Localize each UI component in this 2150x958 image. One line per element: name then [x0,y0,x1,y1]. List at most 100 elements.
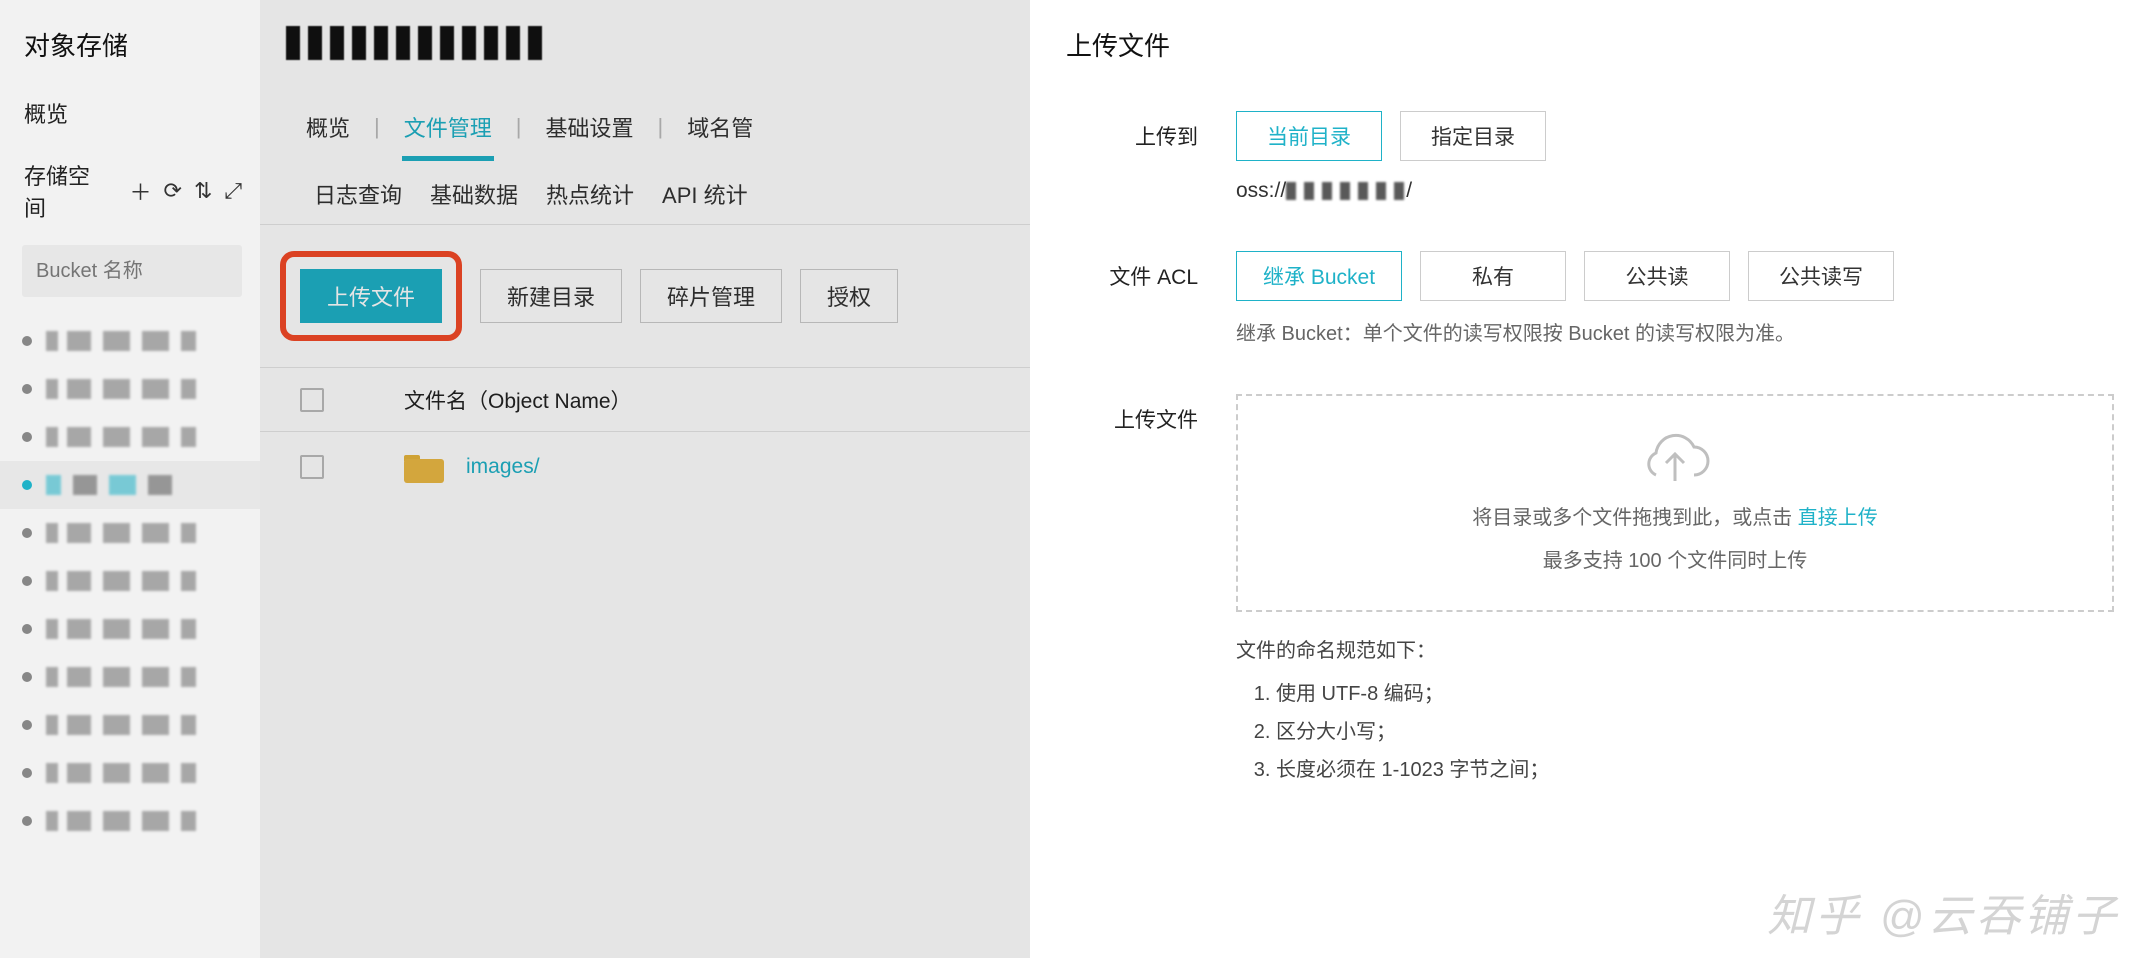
direct-upload-link[interactable]: 直接上传 [1798,507,1878,529]
cloud-upload-icon [1638,433,1712,487]
path-obscured [1286,182,1406,200]
upload-area-label: 上传文件 [1066,394,1236,789]
bucket-title-bar [260,0,1030,86]
bucket-item[interactable] [0,413,260,461]
bucket-item[interactable] [0,461,260,509]
column-header-filename: 文件名（Object Name） [404,385,632,415]
bucket-name-obscured [46,379,196,399]
bucket-item[interactable] [0,317,260,365]
bucket-item[interactable] [0,557,260,605]
add-bucket-icon[interactable]: ＋ [130,175,152,207]
bucket-status-dot [22,672,32,682]
acl-option[interactable]: 公共读 [1584,251,1730,301]
naming-rule-item: 区分大小写； [1276,713,2114,751]
bucket-status-dot [22,576,32,586]
upload-to-options: 当前目录指定目录 [1236,111,2114,161]
sort-icon[interactable]: ⇅ [194,178,212,204]
file-table-header: 文件名（Object Name） [260,368,1030,432]
file-name-link[interactable]: images/ [466,455,540,479]
bucket-status-dot [22,624,32,634]
file-acl-row: 文件 ACL 继承 Bucket 私有公共读公共读写 继承 Bucket：单个文件… [1066,251,2114,346]
secondary-tabs: 日志查询基础数据热点统计 API 统计 [260,164,1030,225]
dropzone-line2: 最多支持 100 个文件同时上传 [1543,544,1807,573]
upload-panel: 上传文件 上传到 当前目录指定目录 oss:/// 文件 ACL 继承 Buck… [1030,0,2150,958]
bucket-item[interactable] [0,701,260,749]
main-panel: 概览 | 文件管理 | 基础设置 | 域名管 日志查询基础数据热点统计 API 统计 上传文件… [260,0,1030,958]
folder-icon [404,451,444,483]
bucket-status-dot [22,432,32,442]
acl-hint: 继承 Bucket：单个文件的读写权限按 Bucket 的读写权限为准。 [1236,317,2114,346]
select-all-checkbox[interactable] [300,388,324,412]
primary-tab[interactable]: 文件管理 [402,101,494,153]
naming-rules-list: 使用 UTF-8 编码；区分大小写；长度必须在 1-1023 字节之间； [1236,675,2114,789]
file-row: images/ [260,432,1030,502]
bucket-item[interactable] [0,365,260,413]
acl-options: 继承 Bucket 私有公共读公共读写 [1236,251,2114,301]
primary-tabs: 概览 | 文件管理 | 基础设置 | 域名管 [260,86,1030,164]
upload-area-row: 上传文件 将目录或多个文件拖拽到此，或点击 直接上传 最多支持 100 个文件同… [1066,394,2114,789]
acl-option[interactable]: 公共读写 [1748,251,1894,301]
upload-dropzone[interactable]: 将目录或多个文件拖拽到此，或点击 直接上传 最多支持 100 个文件同时上传 [1236,394,2114,612]
bucket-status-dot [22,336,32,346]
service-title: 对象存储 [0,22,260,89]
bucket-status-dot [22,528,32,538]
storage-space-label: 存储空间 [24,159,106,223]
bucket-item[interactable] [0,509,260,557]
bucket-name-obscured [46,475,196,495]
file-acl-label: 文件 ACL [1066,251,1236,346]
upload-to-row: 上传到 当前目录指定目录 oss:/// [1066,111,2114,203]
bucket-list [0,311,260,851]
fragment-mgmt-button[interactable]: 碎片管理 [640,269,782,323]
bucket-name-obscured [46,763,196,783]
bucket-status-dot [22,384,32,394]
panel-title: 上传文件 [1066,0,2114,111]
tab-separator: | [516,114,522,140]
tab-separator: | [657,114,663,140]
storage-space-header: 存储空间 ＋ ⟳ ⇅ ⤢ [0,153,260,237]
naming-rule-item: 长度必须在 1-1023 字节之间； [1276,751,2114,789]
primary-tab[interactable]: 基础设置 [543,101,635,153]
bucket-search[interactable] [22,245,242,297]
upload-path: oss:// / [1236,179,2114,203]
secondary-tab[interactable]: 日志查询 [314,178,402,210]
authorize-button[interactable]: 授权 [800,269,898,323]
file-table-body: images/ [260,432,1030,502]
upload-to-option[interactable]: 指定目录 [1400,111,1546,161]
bucket-name-obscured [46,571,196,591]
expand-icon[interactable]: ⤢ [224,178,242,204]
bucket-status-dot [22,816,32,826]
acl-option[interactable]: 私有 [1420,251,1566,301]
bucket-item[interactable] [0,605,260,653]
bucket-status-dot [22,480,32,490]
sidebar: 对象存储 概览 存储空间 ＋ ⟳ ⇅ ⤢ [0,0,260,958]
new-folder-button[interactable]: 新建目录 [480,269,622,323]
primary-tab[interactable]: 域名管 [685,101,755,153]
path-prefix: oss:// [1236,179,1286,202]
upload-button-highlight: 上传文件 [280,251,462,341]
bucket-item[interactable] [0,749,260,797]
naming-rule-item: 使用 UTF-8 编码； [1276,675,2114,713]
bucket-status-dot [22,768,32,778]
acl-option[interactable]: 继承 Bucket [1236,251,1402,301]
primary-tab[interactable]: 概览 [304,101,352,153]
upload-file-button[interactable]: 上传文件 [300,269,442,323]
bucket-name-obscured [46,619,196,639]
bucket-item[interactable] [0,653,260,701]
bucket-name-obscured [46,811,196,831]
secondary-tab[interactable]: 基础数据 [430,178,518,210]
bucket-item[interactable] [0,797,260,845]
tab-separator: | [374,114,380,140]
secondary-tab[interactable]: API 统计 [662,178,748,210]
row-checkbox[interactable] [300,455,324,479]
sidebar-overview-link[interactable]: 概览 [0,89,260,153]
bucket-name-obscured [46,667,196,687]
naming-rules-title: 文件的命名规范如下： [1236,634,2114,663]
path-suffix: / [1406,179,1412,202]
bucket-name-obscured [46,427,196,447]
file-toolbar: 上传文件 新建目录 碎片管理 授权 [260,225,1030,368]
upload-to-option[interactable]: 当前目录 [1236,111,1382,161]
dropzone-text: 将目录或多个文件拖拽到此，或点击 [1472,507,1792,529]
secondary-tab[interactable]: 热点统计 [546,178,634,210]
bucket-name-obscured [286,26,546,60]
refresh-icon[interactable]: ⟳ [164,178,182,204]
